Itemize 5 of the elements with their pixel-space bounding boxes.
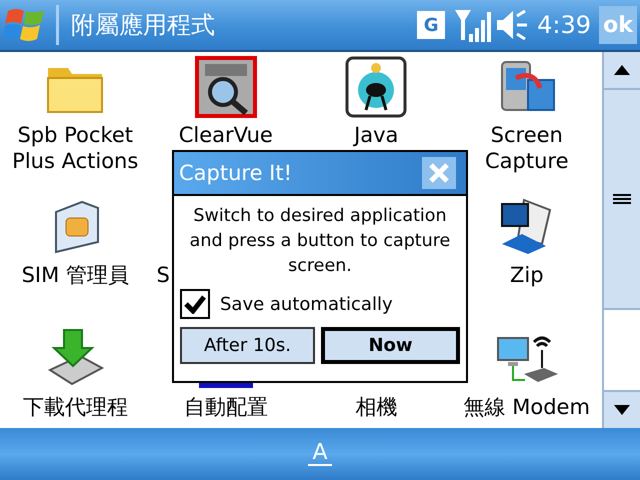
dialog-message: Switch to desired application and press a button to capture screen. [188, 205, 452, 278]
network-badge: G [417, 11, 446, 39]
dialog-title: Capture It! [179, 161, 294, 185]
checkbox-label: Save automatically [220, 294, 393, 314]
window-title: 附屬應用程式 [71, 10, 216, 41]
